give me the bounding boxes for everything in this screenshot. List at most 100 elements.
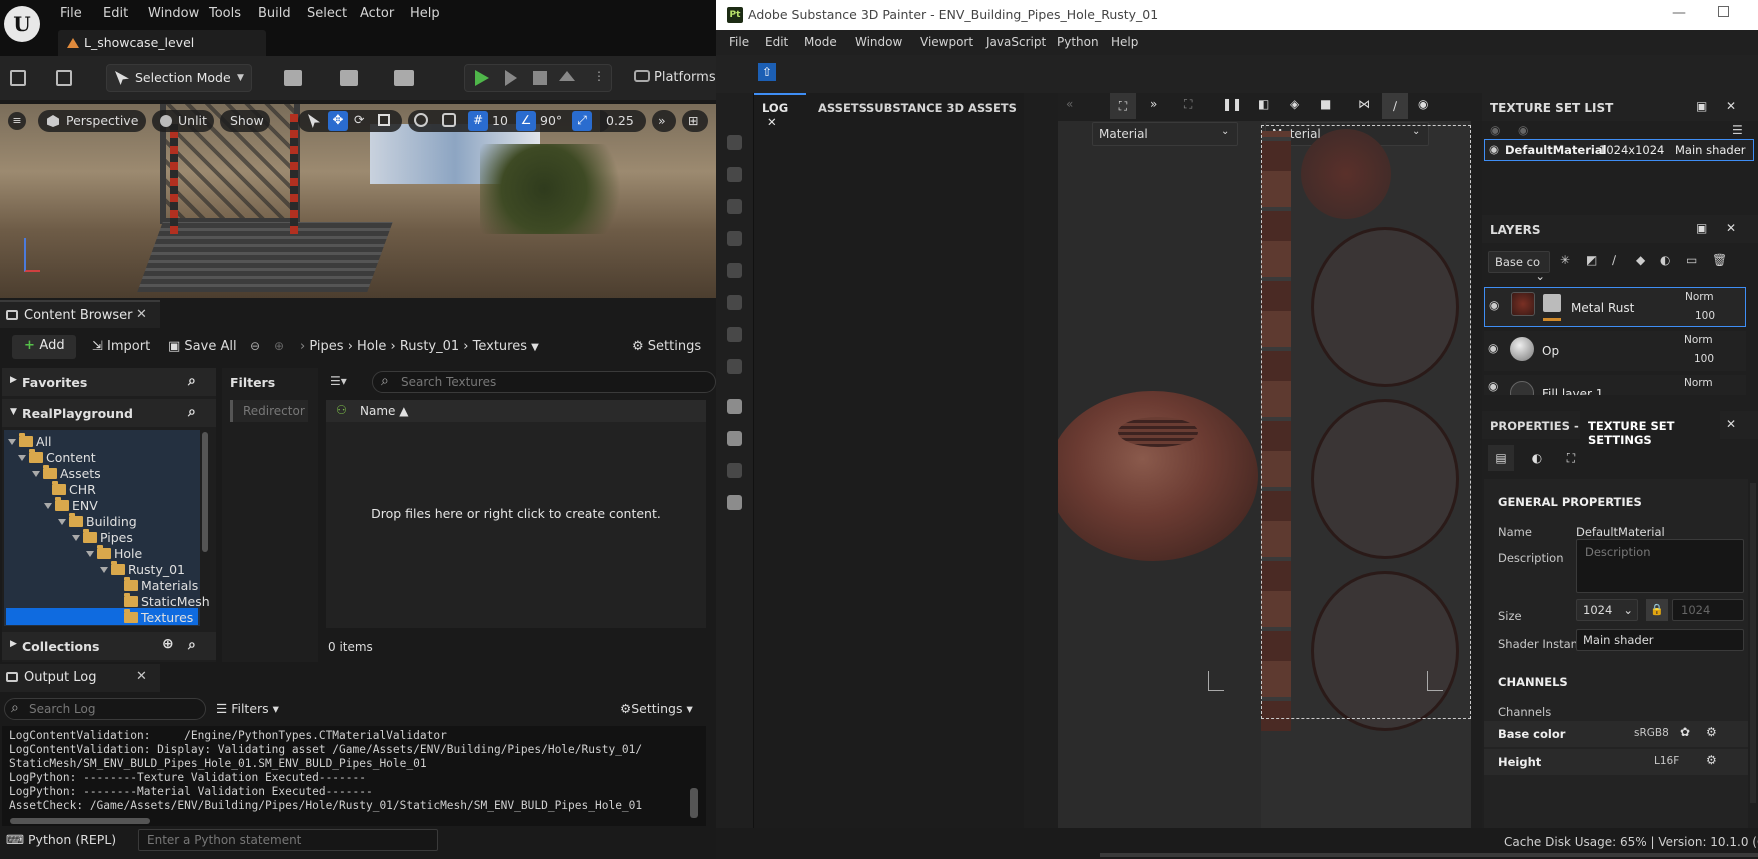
sp-menu-viewport[interactable]: Viewport	[920, 35, 973, 49]
perspective-button[interactable]: Perspective	[38, 110, 146, 132]
projection-icon[interactable]	[727, 199, 742, 214]
screenshot-icon[interactable]: ◉	[1418, 97, 1428, 111]
geometry-mask-icon[interactable]	[727, 231, 742, 246]
log-text-area[interactable]: LogContentValidation: /Engine/PythonType…	[2, 726, 706, 826]
search-icon[interactable]: ⌕	[188, 373, 196, 389]
clone-icon[interactable]	[727, 327, 742, 342]
shader-tab-icon[interactable]: ◐	[1524, 445, 1550, 471]
add-actor-icon[interactable]	[284, 70, 302, 86]
add-mask-icon[interactable]: ◩	[1586, 253, 1597, 267]
content-browse-icon[interactable]	[56, 70, 72, 86]
eraser-icon[interactable]	[727, 167, 742, 182]
minimize-icon[interactable]: —	[1672, 5, 1686, 21]
asset-list[interactable]: ⚇ Name ▲ Drop files here or right click …	[326, 400, 706, 628]
sp-menu-file[interactable]: File	[729, 35, 749, 49]
texture-set-row[interactable]: ◉ DefaultMaterial 1024x1024 Main shader	[1484, 139, 1754, 161]
bake-icon[interactable]	[727, 431, 742, 446]
favorites-header[interactable]: ▶ Favorites ⌕	[2, 368, 216, 396]
play-icon[interactable]	[475, 70, 489, 86]
layer-row[interactable]: ◉ Op Norm 100	[1484, 331, 1746, 371]
channel-format[interactable]: sRGB8	[1634, 727, 1669, 739]
split-view-icon[interactable]: ◧	[1258, 97, 1269, 111]
scale-tool-icon[interactable]	[378, 114, 390, 126]
export-plugin-icon[interactable]: ⇧	[758, 63, 776, 81]
pause-icon[interactable]: ❚❚	[1222, 97, 1242, 111]
collections-header[interactable]: ▶ Collections ⊕ ⌕	[2, 632, 216, 660]
close-icon[interactable]: ✕	[136, 307, 147, 322]
menu-file[interactable]: File	[60, 6, 82, 21]
maximize-icon[interactable]	[1718, 6, 1729, 17]
breadcrumb-textures[interactable]: Textures	[473, 339, 527, 354]
add-collection-icon[interactable]: ⊕	[162, 636, 174, 652]
viewport-2d-uv[interactable]: Material ⌄	[1261, 121, 1471, 828]
layer-blend-mode[interactable]: Norm	[1684, 377, 1713, 389]
substance-assets-tab[interactable]: SUBSTANCE 3D ASSETS	[866, 101, 1017, 115]
cb-settings-button[interactable]: ⚙ Settings	[632, 339, 701, 354]
log-hscrollbar[interactable]	[10, 818, 150, 824]
tree-item-rusty[interactable]: Rusty_01	[100, 561, 185, 578]
log-settings-button[interactable]: ⚙Settings ▾	[620, 701, 693, 716]
sp-menu-javascript[interactable]: JavaScript	[986, 35, 1046, 49]
color-profile-icon[interactable]: ✿	[1680, 725, 1690, 739]
breadcrumb-hole[interactable]: Hole	[357, 339, 386, 354]
size-dropdown[interactable]: 1024 ⌄	[1576, 599, 1638, 621]
output-log-tab[interactable]: Output Log ✕	[0, 664, 160, 692]
search-textures-input[interactable]: ⌕ Search Textures	[372, 371, 716, 393]
python-command-input[interactable]: Enter a Python statement	[138, 829, 438, 851]
layer-row[interactable]: ◉ Metal Rust Norm 100	[1484, 287, 1746, 327]
add-paint-layer-icon[interactable]: ∕	[1612, 253, 1616, 267]
layout-icon[interactable]: ⊞	[682, 110, 708, 132]
search-icon[interactable]: ⌕	[188, 637, 196, 653]
assets-tab[interactable]: ASSETS	[818, 101, 867, 115]
selection-mode-dropdown[interactable]: Selection Mode ▼	[106, 64, 252, 92]
tree-item-chr[interactable]: CHR	[52, 481, 96, 498]
list-menu-icon[interactable]: ☰	[1732, 123, 1743, 137]
channel-row[interactable]: Base color sRGB8 ✿ ⚙	[1484, 721, 1748, 747]
tree-item-building[interactable]: Building	[58, 513, 137, 530]
lock-icon[interactable]: 🔒	[1646, 599, 1668, 621]
camera-icon[interactable]	[727, 495, 742, 510]
material-dropdown-3d[interactable]: Material ⌄	[1092, 122, 1238, 146]
close-icon[interactable]: ✕	[1726, 99, 1736, 113]
surface-snap-icon[interactable]	[442, 113, 456, 127]
import-button[interactable]: ⇲ Import	[92, 339, 150, 354]
gear-icon[interactable]: ⚙	[1706, 725, 1717, 739]
add-folder-icon[interactable]: ▭	[1686, 253, 1697, 267]
show-button[interactable]: Show	[220, 110, 270, 132]
eye-icon[interactable]: ◉	[1488, 379, 1498, 393]
texture-set-settings-tab[interactable]: TEXTURE SET SETTINGS	[1580, 411, 1720, 447]
chevron-down-icon[interactable]: ▼	[531, 342, 539, 353]
tree-item-env[interactable]: ENV	[44, 497, 98, 514]
root-header[interactable]: ▼ RealPlayground ⌕	[2, 399, 216, 427]
platforms-button[interactable]: Platforms	[634, 70, 716, 85]
search-log-input[interactable]: ⌕ Search Log	[4, 698, 206, 720]
unreal-logo-icon[interactable]: U	[4, 6, 40, 42]
more-tools-icon[interactable]: »	[652, 110, 676, 132]
menu-tools[interactable]: Tools	[209, 6, 241, 21]
cinematics-icon[interactable]	[394, 70, 414, 86]
display-mode-icon[interactable]: ◈	[1290, 97, 1299, 111]
view-mode-button[interactable]: Unlit	[152, 110, 214, 132]
level-viewport[interactable]: ≡ Perspective Unlit Show ✥ ⟳ # 10 ∠ 90° …	[0, 104, 716, 298]
more-icon[interactable]: ⋮	[593, 69, 605, 83]
type-column-icon[interactable]: ⚇	[336, 403, 347, 417]
scale-snap-icon[interactable]: ⤢	[572, 111, 592, 131]
shader-instance-field[interactable]: Main shader	[1576, 629, 1744, 651]
tree-item-hole[interactable]: Hole	[86, 545, 142, 562]
close-icon[interactable]: ✕	[136, 669, 147, 684]
menu-help[interactable]: Help	[410, 6, 440, 21]
tree-item-all[interactable]: All	[8, 433, 52, 450]
add-smart-material-icon[interactable]: ◐	[1660, 253, 1670, 267]
sp-menu-edit[interactable]: Edit	[765, 35, 788, 49]
log-scrollbar[interactable]	[690, 788, 698, 818]
step-icon[interactable]	[505, 70, 517, 86]
visibility-toggle-icon[interactable]: ◉	[1490, 123, 1500, 137]
collapse-left-icon[interactable]: «	[1066, 97, 1073, 111]
breadcrumb-rusty[interactable]: Rusty_01	[400, 339, 459, 354]
uv-tab-icon[interactable]: ⛶	[1558, 445, 1584, 471]
layer-opacity[interactable]: 100	[1695, 310, 1715, 322]
hourglass-icon[interactable]	[727, 463, 742, 478]
paint-mode-icon[interactable]: ∕	[1382, 93, 1408, 119]
blueprint-icon[interactable]	[340, 70, 358, 86]
sp-menu-help[interactable]: Help	[1111, 35, 1138, 49]
